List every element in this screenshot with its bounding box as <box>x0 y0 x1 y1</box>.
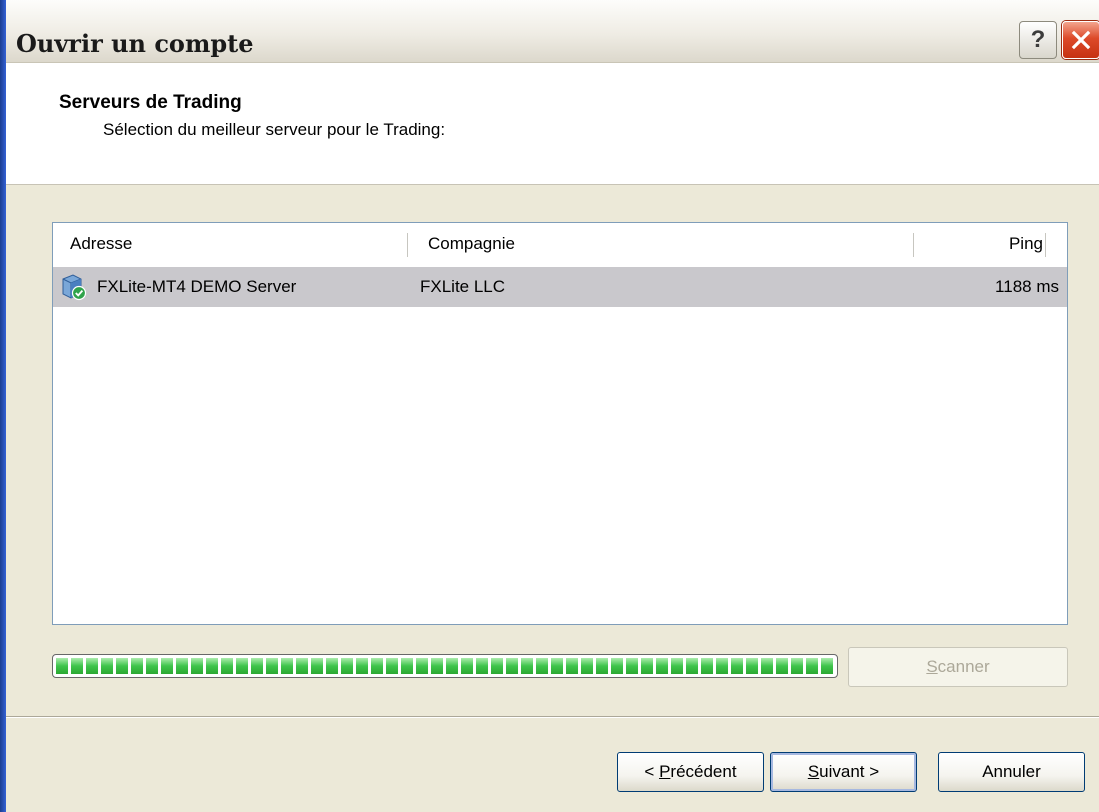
progress-segment <box>101 658 113 674</box>
progress-segment <box>71 658 83 674</box>
column-header-ping[interactable]: Ping <box>1009 223 1043 265</box>
window-title: Ouvrir un compte <box>16 29 254 58</box>
progress-segment <box>326 658 338 674</box>
progress-segment <box>146 658 158 674</box>
progress-segment <box>746 658 758 674</box>
progress-segment <box>281 658 293 674</box>
server-company: FXLite LLC <box>420 277 506 296</box>
progress-segment <box>506 658 518 674</box>
progress-segment <box>491 658 503 674</box>
progress-segment <box>356 658 368 674</box>
footer-divider <box>6 716 1099 718</box>
server-address: FXLite-MT4 DEMO Server <box>97 277 297 296</box>
next-button-label: uivant > <box>819 762 880 781</box>
next-button[interactable]: Suivant > <box>770 752 917 792</box>
table-row[interactable]: FXLite-MT4 DEMO Server FXLite LLC 1188 m… <box>53 267 1067 307</box>
dialog-window: Ouvrir un compte ? Serveurs de Trading S… <box>0 0 1099 812</box>
progress-segment <box>401 658 413 674</box>
help-button[interactable]: ? <box>1019 21 1057 59</box>
progress-segment <box>431 658 443 674</box>
progress-segment <box>761 658 773 674</box>
progress-segment <box>176 658 188 674</box>
progress-segment <box>791 658 803 674</box>
progress-segment <box>116 658 128 674</box>
progress-segment <box>461 658 473 674</box>
progress-segment <box>161 658 173 674</box>
close-icon <box>1071 30 1091 50</box>
title-bar[interactable]: Ouvrir un compte ? <box>6 0 1099 63</box>
progress-segment <box>581 658 593 674</box>
close-button[interactable] <box>1062 21 1099 59</box>
progress-segment <box>641 658 653 674</box>
scan-button-label: canner <box>937 657 990 676</box>
next-button-accel: S <box>807 762 820 781</box>
progress-segment <box>416 658 428 674</box>
progress-segment <box>701 658 713 674</box>
progress-segment <box>341 658 353 674</box>
progress-segment <box>386 658 398 674</box>
progress-segment <box>191 658 203 674</box>
column-header-address[interactable]: Adresse <box>70 223 132 265</box>
progress-segment <box>371 658 383 674</box>
progress-segment <box>671 658 683 674</box>
server-list-header: Adresse Compagnie Ping <box>53 223 1067 265</box>
back-button-prefix: < <box>644 762 660 781</box>
back-button-accel: P <box>659 762 671 781</box>
progress-segment <box>776 658 788 674</box>
server-icon <box>62 274 87 301</box>
progress-segment <box>476 658 488 674</box>
progress-segment <box>251 658 263 674</box>
progress-segment <box>656 658 668 674</box>
progress-segment <box>566 658 578 674</box>
progress-segment <box>551 658 563 674</box>
column-separator[interactable] <box>913 233 914 257</box>
column-header-company[interactable]: Compagnie <box>428 223 515 265</box>
progress-segment <box>686 658 698 674</box>
progress-segment <box>626 658 638 674</box>
progress-segment <box>221 658 233 674</box>
page-title: Serveurs de Trading <box>59 92 242 113</box>
back-button-label: récédent <box>670 762 737 781</box>
progress-segment <box>821 658 833 674</box>
progress-segment <box>446 658 458 674</box>
progress-segment <box>56 658 68 674</box>
wizard-header: Serveurs de Trading Sélection du meilleu… <box>6 63 1099 185</box>
progress-segment <box>716 658 728 674</box>
progress-segment <box>131 658 143 674</box>
scan-progress-bar <box>52 654 838 678</box>
progress-segment <box>806 658 818 674</box>
progress-segment <box>521 658 533 674</box>
progress-segment <box>311 658 323 674</box>
help-icon: ? <box>1030 26 1046 53</box>
column-separator[interactable] <box>1045 233 1046 257</box>
progress-segment <box>86 658 98 674</box>
progress-segment <box>236 658 248 674</box>
progress-segment <box>206 658 218 674</box>
cancel-button[interactable]: Annuler <box>938 752 1085 792</box>
scan-button[interactable]: Scanner <box>848 647 1068 687</box>
progress-segment <box>266 658 278 674</box>
progress-segment <box>296 658 308 674</box>
server-ping: 1188 ms <box>995 277 1059 296</box>
server-list[interactable]: Adresse Compagnie Ping FXLite-MT4 DEMO S… <box>52 222 1068 625</box>
scan-button-accel: S <box>926 657 938 676</box>
progress-segment <box>536 658 548 674</box>
column-separator[interactable] <box>407 233 408 257</box>
progress-segment <box>731 658 743 674</box>
page-subtitle: Sélection du meilleur serveur pour le Tr… <box>103 120 446 139</box>
progress-segment <box>596 658 608 674</box>
progress-segment <box>611 658 623 674</box>
back-button[interactable]: < Précédent <box>617 752 764 792</box>
